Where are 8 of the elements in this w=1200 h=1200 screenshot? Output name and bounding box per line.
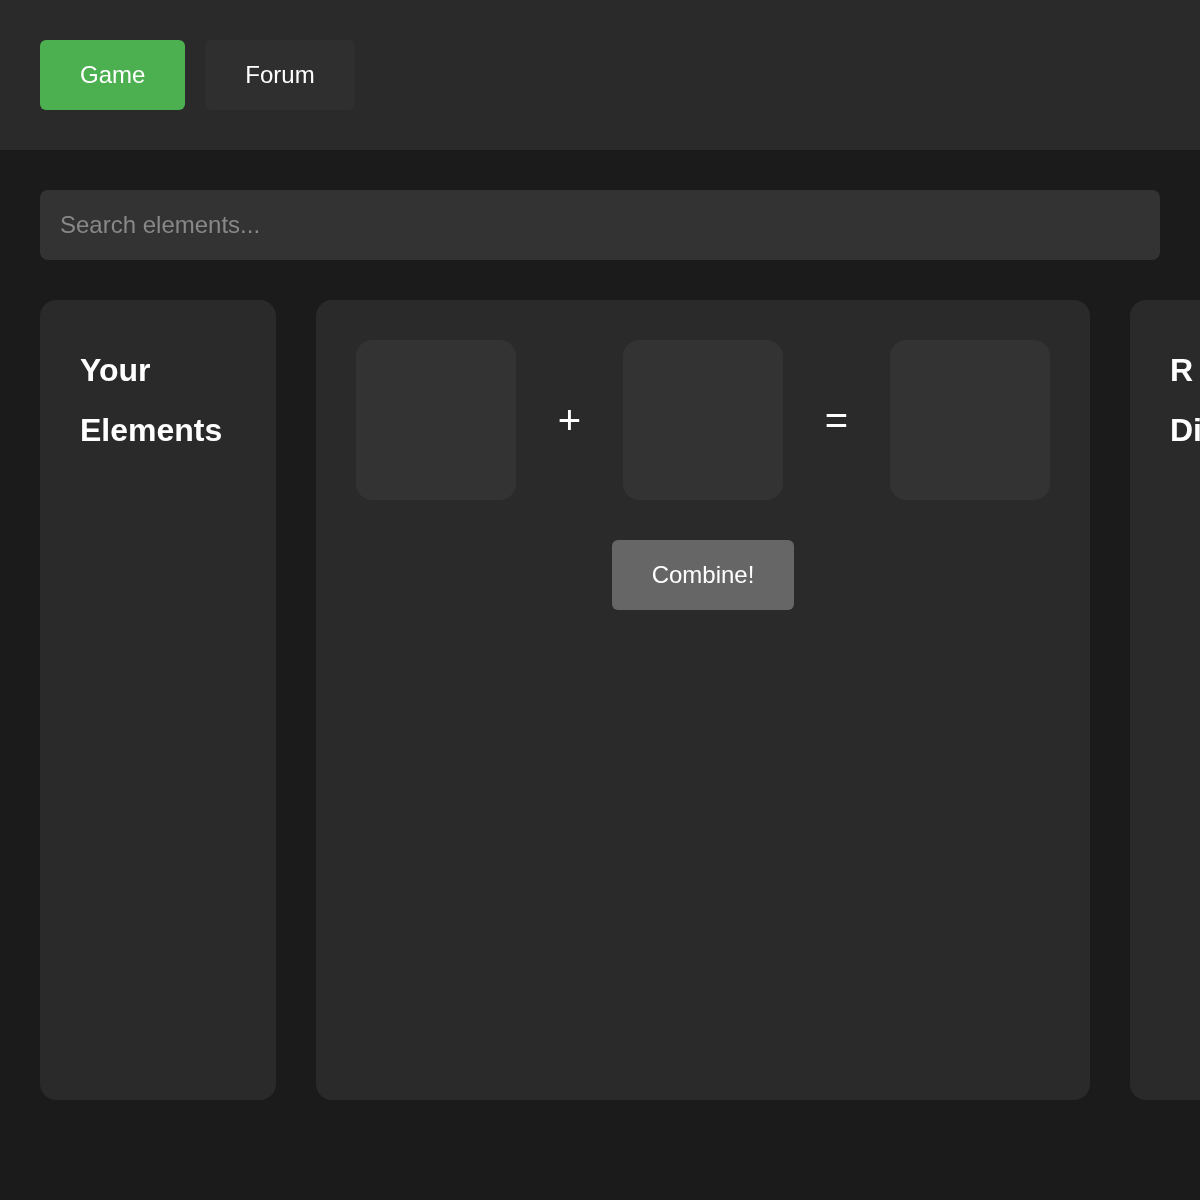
panel-title: R — [1170, 351, 1194, 390]
panel-title: Your Elements — [80, 351, 224, 450]
plus-sign: + — [557, 397, 582, 443]
nav-tab[interactable]: Forum — [205, 40, 355, 110]
equals-sign: = — [824, 397, 849, 443]
search-field[interactable]: Search elements... — [40, 190, 1160, 260]
combine-button[interactable]: Combine! — [611, 540, 795, 610]
panel-title: Di — [1170, 411, 1200, 450]
